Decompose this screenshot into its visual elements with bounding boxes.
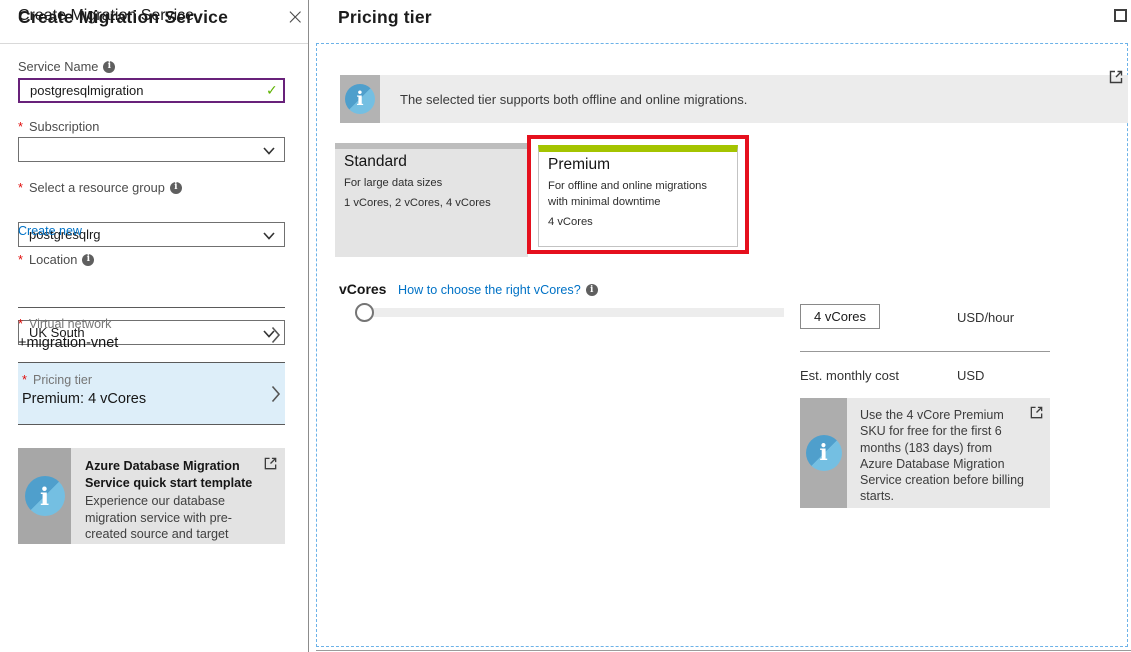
tier-card-premium[interactable]: Premium For offline and online migration… [538, 145, 738, 247]
resource-group-label: * Select a resource group i [18, 180, 182, 195]
subscription-select[interactable] [18, 137, 285, 162]
required-marker: * [22, 372, 27, 387]
info-icon: i [345, 84, 375, 114]
tier-name: Premium [548, 156, 611, 173]
tier-capacity: 1 vCores, 2 vCores, 4 vCores [344, 197, 491, 210]
quickstart-template-card[interactable]: i Azure Database Migration Service quick… [18, 448, 285, 544]
external-link-icon[interactable] [1108, 69, 1124, 85]
virtual-network-value: +migration-vnet [18, 335, 119, 351]
info-icon: i [24, 476, 65, 516]
info-strip: i [18, 448, 71, 544]
info-icon[interactable]: i [585, 284, 598, 296]
blade-bottom-edge [316, 650, 1131, 651]
location-label: * Location i [18, 252, 95, 267]
required-marker: * [18, 119, 23, 134]
vcores-value-box[interactable]: 4 vCores [800, 304, 880, 329]
info-strip: i [800, 398, 847, 508]
external-link-icon[interactable] [263, 456, 278, 471]
azure-portal-screen: Create Migration Service Create Migratio… [0, 0, 1131, 652]
monthly-cost-label: Est. monthly cost [800, 368, 899, 383]
free-offer-text: Use the 4 vCore Premium SKU for free for… [860, 408, 1024, 504]
valid-check-icon: ✓ [266, 83, 278, 99]
banner-text: The selected tier supports both offline … [400, 91, 748, 107]
pricing-tier-value: Premium: 4 vCores [22, 391, 147, 407]
monthly-currency-label: USD [957, 368, 985, 383]
free-offer-card: i Use the 4 vCore Premium SKU for free f… [800, 398, 1050, 508]
vcores-help-link[interactable]: How to choose the right vCores? [398, 283, 581, 297]
tier-name: Standard [344, 153, 407, 170]
tier-capacity: 4 vCores [548, 216, 593, 229]
tier-description: For large data sizes [344, 177, 443, 189]
pricing-tier-selector[interactable]: * Pricing tier Premium: 4 vCores [18, 363, 285, 424]
chevron-down-icon [263, 147, 275, 155]
virtual-network-label: Virtual network [28, 316, 112, 331]
info-icon[interactable]: i [169, 181, 182, 194]
tier-card-standard[interactable]: Standard For large data sizes 1 vCores, … [335, 143, 528, 257]
vcores-slider-track[interactable] [364, 308, 784, 317]
virtual-network-selector[interactable]: * Virtual network +migration-vnet [18, 308, 285, 361]
info-icon: i [805, 435, 842, 471]
blade-divider [308, 0, 309, 652]
info-strip: i [340, 75, 380, 123]
left-blade-divider [0, 43, 308, 44]
close-icon[interactable]: × [286, 7, 304, 29]
pricing-tier-label: Pricing tier [32, 372, 93, 387]
tier-description: For offline and online migrations with m… [548, 180, 707, 209]
required-marker: * [18, 252, 23, 267]
quickstart-card-title: Azure Database Migration Service quick s… [85, 459, 253, 490]
required-marker: * [18, 316, 23, 331]
separator [18, 424, 285, 425]
info-icon[interactable]: i [103, 60, 116, 73]
left-blade-title: Create Migration Service [18, 7, 229, 27]
rate-unit-label: USD/hour [957, 310, 1015, 325]
subscription-label: * Subscription [18, 119, 100, 134]
required-marker: * [18, 180, 23, 195]
right-blade-title: Pricing tier [338, 7, 432, 27]
service-name-input[interactable] [18, 78, 285, 103]
maximize-icon[interactable] [1114, 9, 1127, 22]
blade-focus-outline [316, 43, 1128, 647]
quickstart-card-body: Experience our database migration servic… [85, 494, 232, 541]
external-link-icon[interactable] [1029, 405, 1044, 420]
info-icon[interactable]: i [82, 253, 95, 266]
create-new-link[interactable]: Create new [18, 224, 82, 238]
vcores-label: vCores [339, 281, 387, 297]
service-name-label: Service Name i [18, 59, 116, 74]
vcores-slider-handle[interactable] [355, 303, 374, 322]
tier-info-banner: i The selected tier supports both offlin… [340, 75, 1128, 123]
chevron-right-icon [271, 385, 281, 402]
chevron-right-icon [271, 326, 281, 343]
chevron-down-icon [263, 232, 275, 240]
separator [800, 351, 1050, 352]
